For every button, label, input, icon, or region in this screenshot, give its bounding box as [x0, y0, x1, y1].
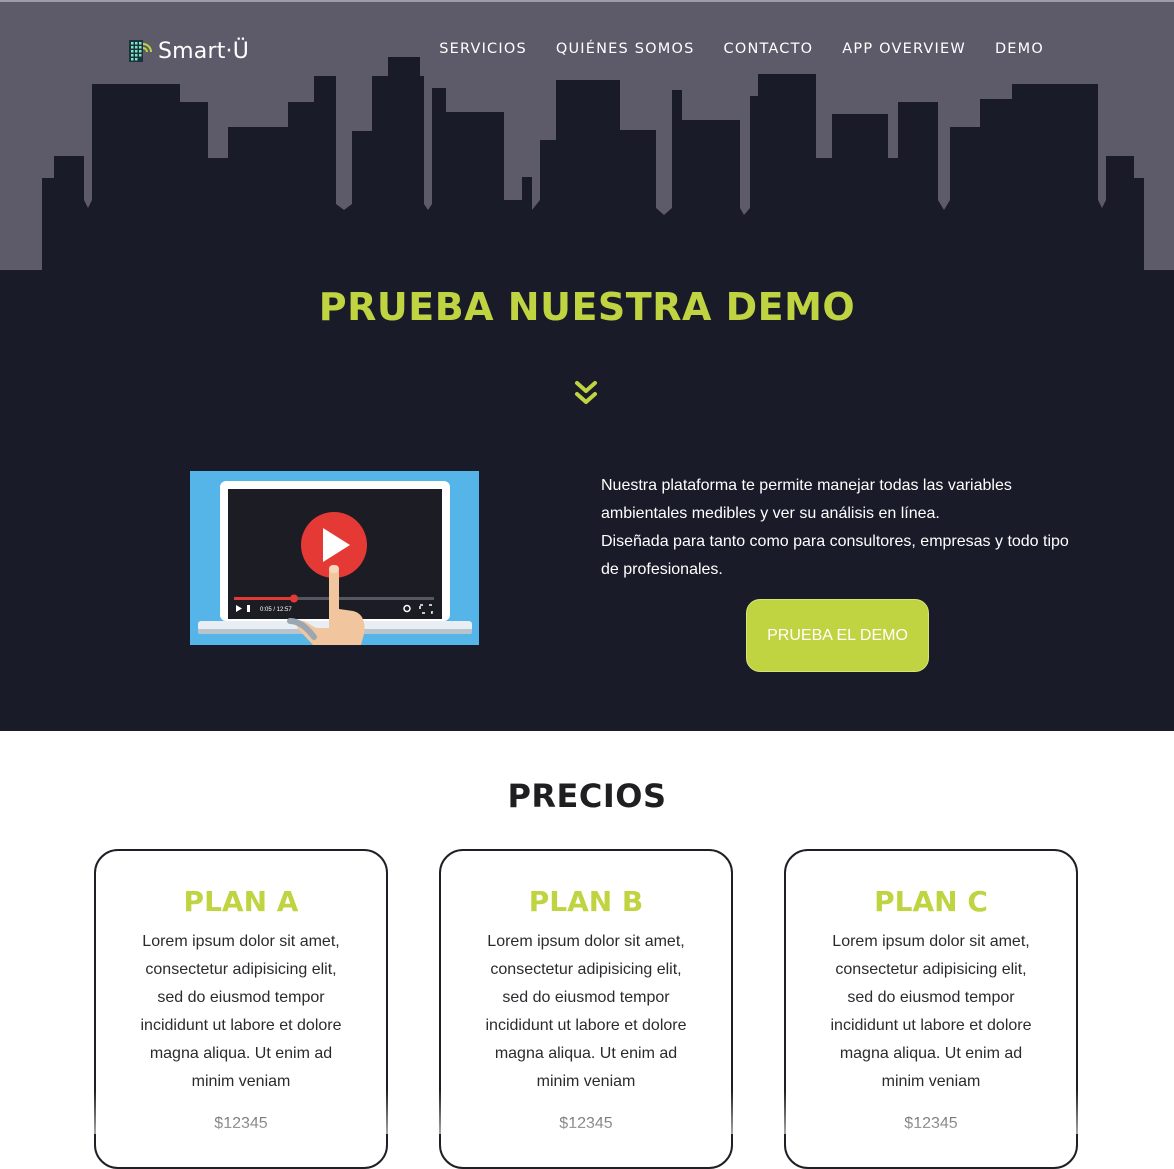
plan-description: Lorem ipsum dolor sit amet, consectetur … [485, 933, 687, 1090]
plan-price: $12345 [904, 1115, 958, 1132]
building-grid-icon [129, 40, 152, 62]
nav-item-contacto[interactable]: CONTACTO [724, 41, 814, 57]
nav-item-servicios[interactable]: SERVICIOS [439, 41, 527, 57]
plan-card-a[interactable]: PLAN A Lorem ipsum dolor sit amet, conse… [94, 849, 388, 1169]
plan-description: Lorem ipsum dolor sit amet, consectetur … [140, 933, 342, 1090]
video-player-illustration: 0:05 / 12:57 [198, 481, 472, 645]
nav-item-demo[interactable]: DEMO [995, 41, 1044, 57]
plan-name: PLAN B [528, 885, 644, 918]
plan-name: PLAN C [874, 885, 988, 918]
try-demo-button[interactable]: PRUEBA EL DEMO [746, 599, 929, 672]
plan-card-b[interactable]: PLAN B Lorem ipsum dolor sit amet, conse… [439, 849, 733, 1169]
plan-name: PLAN A [183, 885, 299, 918]
city-skyline-silhouette [0, 57, 1174, 731]
hero-section: Smart·Ü SERVICIOS QUIÉNES SOMOS CONTACTO… [0, 0, 1174, 731]
demo-title: PRUEBA NUESTRA DEMO [318, 285, 856, 329]
video-progress-fill [234, 597, 294, 600]
nav-item-quienes-somos[interactable]: QUIÉNES SOMOS [556, 41, 695, 57]
pricing-title: PRECIOS [507, 777, 667, 815]
demo-video-thumbnail[interactable]: 0:05 / 12:57 [190, 471, 479, 645]
double-chevron-down-icon[interactable] [574, 380, 598, 408]
plan-card-c[interactable]: PLAN C Lorem ipsum dolor sit amet, conse… [784, 849, 1078, 1169]
brand-name: Smart·Ü [158, 38, 250, 64]
plan-price: $12345 [214, 1115, 268, 1132]
demo-paragraph-2: Diseñada para tanto como para consultore… [601, 533, 1069, 578]
nav-item-app-overview[interactable]: APP OVERVIEW [842, 41, 966, 57]
brand-logo[interactable]: Smart·Ü [128, 36, 249, 66]
video-time: 0:05 / 12:57 [260, 607, 292, 613]
plan-description: Lorem ipsum dolor sit amet, consectetur … [830, 933, 1032, 1090]
plan-price: $12345 [559, 1115, 613, 1132]
main-nav: SERVICIOS QUIÉNES SOMOS CONTACTO APP OVE… [439, 41, 1044, 57]
demo-description: Nuestra plataforma te permite manejar to… [601, 472, 1071, 584]
demo-paragraph-1: Nuestra plataforma te permite manejar to… [601, 477, 1012, 522]
top-border [0, 0, 1174, 2]
